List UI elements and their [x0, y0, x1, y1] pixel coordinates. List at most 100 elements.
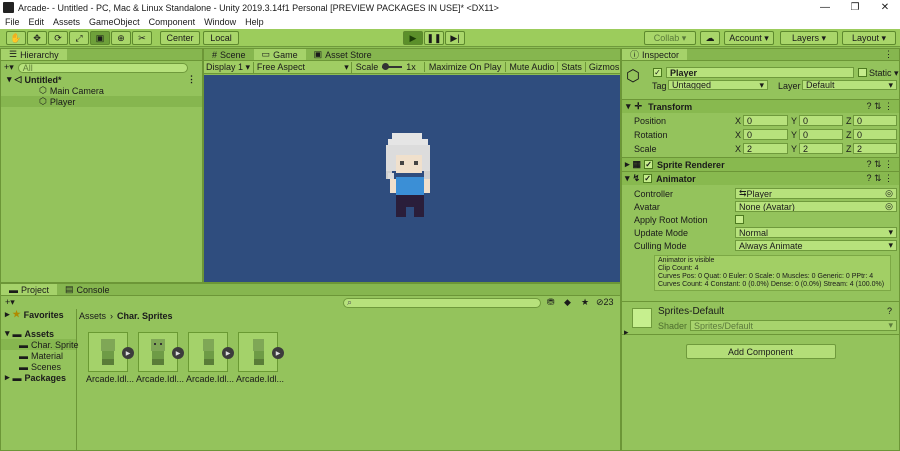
controller-field[interactable]: ⇆ Player ◎: [735, 188, 897, 199]
play-animation-icon[interactable]: ▶: [272, 347, 284, 359]
rotation-x-input[interactable]: 0: [743, 129, 788, 140]
minimize-button[interactable]: —: [810, 2, 840, 13]
tab-scene[interactable]: # Scene: [204, 49, 254, 60]
play-animation-icon[interactable]: ▶: [122, 347, 134, 359]
animator-header[interactable]: ▾ ↯ ✓ Animator ? ⇅ ⋮: [622, 171, 899, 185]
filter-by-type-icon[interactable]: ⛃: [547, 297, 555, 308]
filter-by-label-icon[interactable]: ◆: [564, 297, 571, 308]
apply-root-motion-checkbox[interactable]: [735, 215, 744, 224]
expand-arrow-icon[interactable]: ▸: [5, 309, 10, 320]
hidden-count-icon[interactable]: ⊘23: [596, 297, 614, 308]
avatar-field[interactable]: None (Avatar) ◎: [735, 201, 897, 212]
asset-filename[interactable]: Arcade.Idl...: [136, 374, 184, 384]
scale-x-input[interactable]: 2: [743, 143, 788, 154]
asset-filename[interactable]: Arcade.Idl...: [236, 374, 284, 384]
expand-arrow-icon[interactable]: ▾: [5, 328, 10, 339]
position-z-input[interactable]: 0: [853, 115, 897, 126]
expand-arrow-icon[interactable]: ▸: [624, 327, 629, 338]
hierarchy-item-main-camera[interactable]: ⬡ Main Camera: [1, 85, 202, 96]
rotation-y-input[interactable]: 0: [799, 129, 843, 140]
transform-header[interactable]: ▾ ✛ Transform ? ⇅ ⋮: [622, 99, 899, 113]
maximize-on-play-toggle[interactable]: Maximize On Play: [423, 62, 506, 72]
asset-thumbnail[interactable]: ▶: [88, 332, 134, 372]
inspector-menu-icon[interactable]: ⋮: [884, 49, 893, 60]
display-dropdown[interactable]: Display 1 ▾: [204, 61, 254, 73]
position-y-input[interactable]: 0: [799, 115, 843, 126]
asset-thumbnail[interactable]: ▶: [238, 332, 284, 372]
folder-char-sprite[interactable]: ▬ Char. Sprite: [1, 339, 79, 350]
pause-button-icon[interactable]: ❚❚: [424, 31, 444, 45]
tab-hierarchy[interactable]: ☰ Hierarchy: [1, 49, 67, 60]
maximize-button[interactable]: ❐: [840, 2, 870, 13]
scale-z-input[interactable]: 2: [853, 143, 897, 154]
rect-tool-icon[interactable]: ▣: [90, 31, 110, 45]
sprite-renderer-enabled-checkbox[interactable]: ✓: [644, 160, 654, 169]
folder-material[interactable]: ▬ Material: [1, 350, 76, 361]
sprite-renderer-header[interactable]: ▸ ▦ ✓ Sprite Renderer ? ⇅ ⋮: [622, 157, 899, 171]
hierarchy-search-input[interactable]: All: [17, 62, 188, 73]
gizmos-dropdown[interactable]: Gizmos: [584, 62, 620, 72]
project-search-input[interactable]: ⌕: [343, 297, 541, 308]
culling-mode-dropdown[interactable]: Always Animate ▾: [735, 240, 897, 251]
scale-slider[interactable]: Scale 1x: [352, 62, 424, 72]
scene-menu-icon[interactable]: ⋮: [187, 74, 196, 85]
tab-inspector[interactable]: ⓘ Inspector: [622, 49, 688, 60]
menu-file[interactable]: File: [5, 17, 20, 27]
menu-gameobject[interactable]: GameObject: [89, 17, 140, 27]
folder-scenes[interactable]: ▬ Scenes: [1, 361, 76, 372]
tab-asset-store[interactable]: ▣ Asset Store: [306, 49, 380, 60]
static-dropdown-icon[interactable]: ▾: [894, 68, 899, 79]
pivot-local-button[interactable]: Local: [203, 31, 239, 45]
favorite-star-icon[interactable]: ★: [581, 297, 589, 308]
pivot-center-button[interactable]: Center: [160, 31, 200, 45]
custom-tool-icon[interactable]: ✂: [132, 31, 152, 45]
update-mode-dropdown[interactable]: Normal ▾: [735, 227, 897, 238]
rotate-tool-icon[interactable]: ⟳: [48, 31, 68, 45]
cloud-icon[interactable]: ☁: [700, 31, 720, 45]
object-picker-icon[interactable]: ◎: [885, 189, 893, 198]
menu-window[interactable]: Window: [204, 17, 236, 27]
stats-toggle[interactable]: Stats: [557, 62, 585, 72]
tab-console[interactable]: ▤ Console: [57, 284, 118, 295]
expand-arrow-icon[interactable]: ▾: [625, 173, 630, 184]
expand-arrow-icon[interactable]: ▸: [5, 372, 10, 383]
asset-thumbnail[interactable]: ▶: [138, 332, 184, 372]
mute-audio-toggle[interactable]: Mute Audio: [505, 62, 557, 72]
expand-arrow-icon[interactable]: ▸: [625, 159, 630, 170]
collab-button[interactable]: Collab ▾: [644, 31, 696, 45]
expand-arrow-icon[interactable]: ▾: [7, 74, 12, 85]
layers-dropdown[interactable]: Layers ▾: [780, 31, 838, 45]
shader-dropdown[interactable]: Sprites/Default ▾: [690, 320, 897, 331]
object-name-field[interactable]: Player: [666, 67, 854, 78]
menu-edit[interactable]: Edit: [29, 17, 45, 27]
packages-folder[interactable]: ▸ ▬ Packages: [1, 372, 76, 383]
position-x-input[interactable]: 0: [743, 115, 788, 126]
layer-dropdown[interactable]: Default ▾: [802, 80, 897, 90]
assets-folder[interactable]: ▾ ▬ Assets: [1, 328, 76, 339]
create-plus-icon[interactable]: +▾: [4, 63, 14, 72]
play-button-icon[interactable]: ▶: [403, 31, 423, 45]
static-checkbox[interactable]: [858, 68, 867, 77]
asset-thumbnail[interactable]: ▶: [188, 332, 234, 372]
transform-tool-icon[interactable]: ⊕: [111, 31, 131, 45]
asset-filename[interactable]: Arcade.Idl...: [86, 374, 134, 384]
menu-component[interactable]: Component: [149, 17, 196, 27]
create-plus-icon[interactable]: +▾: [5, 297, 15, 308]
animator-enabled-checkbox[interactable]: ✓: [643, 174, 653, 183]
slider-handle[interactable]: [382, 63, 390, 70]
breadcrumb-char-sprites[interactable]: Char. Sprites: [117, 311, 173, 321]
scale-tool-icon[interactable]: ⤢: [69, 31, 89, 45]
component-icons[interactable]: ? ⇅ ⋮: [866, 101, 893, 112]
add-component-button[interactable]: Add Component: [685, 344, 836, 359]
favorites-folder[interactable]: ▸ ★ Favorites: [1, 309, 76, 320]
active-checkbox[interactable]: ✓: [653, 68, 662, 77]
tab-project[interactable]: ▬ Project: [1, 284, 58, 295]
expand-arrow-icon[interactable]: ▾: [626, 101, 631, 112]
hierarchy-item-player[interactable]: ⬡ Player: [1, 96, 202, 107]
slider-track[interactable]: [382, 63, 403, 70]
menu-help[interactable]: Help: [245, 17, 264, 27]
tab-game[interactable]: ▭ Game: [253, 49, 306, 60]
scene-row[interactable]: ▾ ◁ Untitled* ⋮: [1, 74, 202, 85]
asset-filename[interactable]: Arcade.Idl...: [186, 374, 234, 384]
rotation-z-input[interactable]: 0: [853, 129, 897, 140]
